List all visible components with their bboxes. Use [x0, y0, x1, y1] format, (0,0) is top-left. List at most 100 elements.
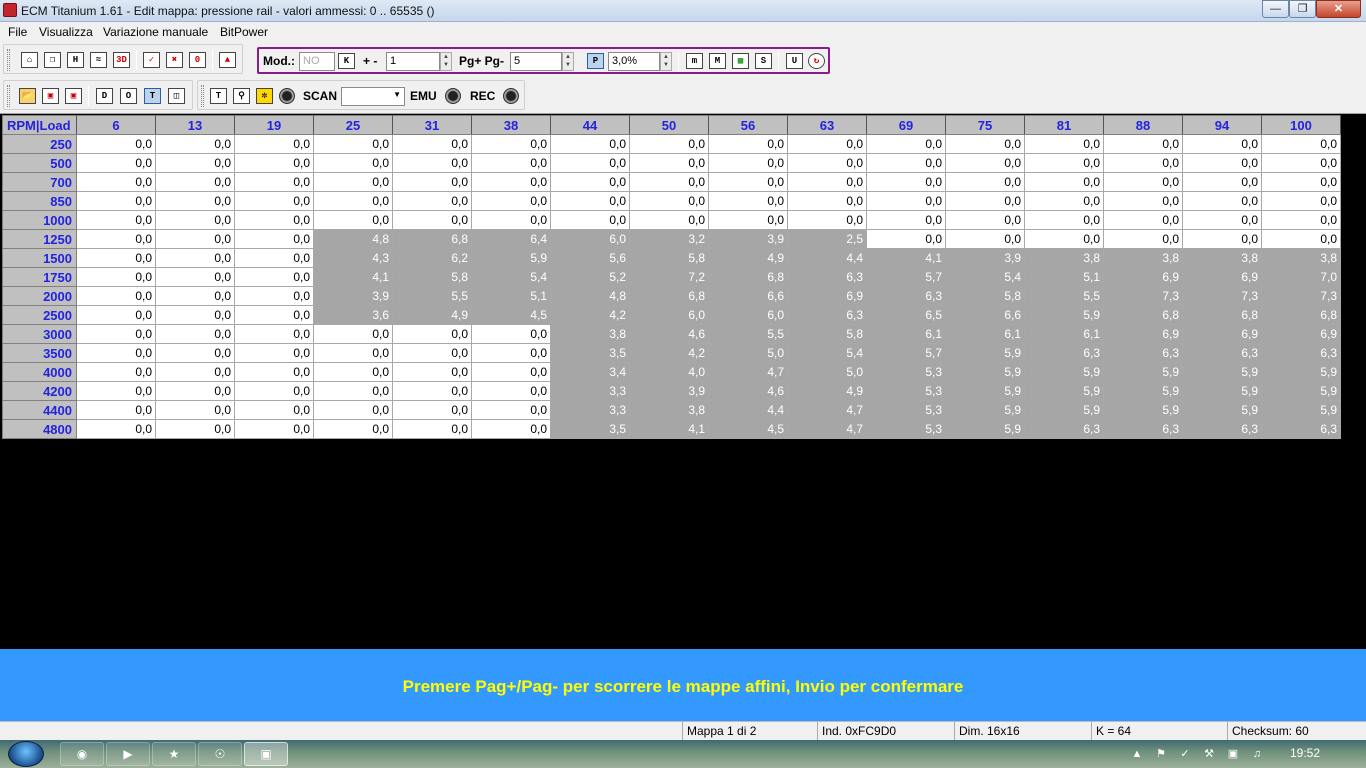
map-cell[interactable]: 0,0 — [155, 153, 235, 173]
map-cell[interactable]: 0,0 — [1261, 172, 1341, 192]
percent-field[interactable]: 3,0% — [608, 52, 660, 71]
map-cell[interactable]: 0,0 — [945, 210, 1025, 230]
column-header[interactable]: 63 — [787, 115, 867, 135]
map-cell[interactable]: 6,5 — [866, 305, 946, 325]
map-cell[interactable]: 0,0 — [392, 172, 472, 192]
windows-icon[interactable]: ❐ — [44, 52, 61, 68]
map-cell[interactable]: 6,1 — [945, 324, 1025, 344]
column-header[interactable]: 31 — [392, 115, 472, 135]
map-cell[interactable]: 0,0 — [945, 191, 1025, 211]
map-cell[interactable]: 0,0 — [234, 419, 314, 439]
map-cell[interactable]: 0,0 — [392, 400, 472, 420]
map-cell[interactable]: 0,0 — [708, 153, 788, 173]
map-cell[interactable]: 2,5 — [787, 229, 867, 249]
ecm-titanium-taskbar-icon[interactable]: ▣ — [244, 742, 288, 766]
row-header[interactable]: 3500 — [2, 343, 77, 363]
map-cell[interactable]: 5,8 — [392, 267, 472, 287]
map-cell[interactable]: 6,6 — [708, 286, 788, 306]
map-cell[interactable]: 0,0 — [471, 400, 551, 420]
map-cell[interactable]: 5,5 — [1024, 286, 1104, 306]
map-cell[interactable]: 3,3 — [550, 400, 630, 420]
menu-visualizza[interactable]: Visualizza — [39, 25, 93, 39]
map-cell[interactable]: 5,9 — [945, 362, 1025, 382]
map-cell[interactable]: 0,0 — [313, 343, 393, 363]
menu-file[interactable]: File — [8, 25, 27, 39]
map-cell[interactable]: 5,6 — [550, 248, 630, 268]
3d-view-icon[interactable]: 3D — [113, 52, 130, 68]
map-cell[interactable]: 0,0 — [155, 305, 235, 325]
map-cell[interactable]: 0,0 — [471, 343, 551, 363]
map-cell[interactable]: 0,0 — [76, 343, 156, 363]
map-cell[interactable]: 6,3 — [1261, 343, 1341, 363]
map-cell[interactable]: 0,0 — [155, 210, 235, 230]
row-header[interactable]: 1250 — [2, 229, 77, 249]
row-header[interactable]: 1500 — [2, 248, 77, 268]
map-cell[interactable]: 0,0 — [234, 191, 314, 211]
flag-tray-icon[interactable]: ⚑ — [1154, 747, 1168, 761]
network-tray-icon[interactable]: ▲ — [1130, 747, 1144, 761]
map-cell[interactable]: 6,3 — [1024, 419, 1104, 439]
map-cell[interactable]: 0,0 — [76, 229, 156, 249]
column-header[interactable]: 13 — [155, 115, 235, 135]
map-cell[interactable]: 0,0 — [155, 343, 235, 363]
record-dot-icon[interactable] — [280, 89, 294, 103]
map-cell[interactable]: 0,0 — [1261, 134, 1341, 154]
map-cell[interactable]: 4,9 — [708, 248, 788, 268]
map-cell[interactable]: 4,5 — [708, 419, 788, 439]
map-cell[interactable]: 6,3 — [787, 267, 867, 287]
map-cell[interactable]: 5,9 — [1182, 381, 1262, 401]
map-cell[interactable]: 0,0 — [1024, 210, 1104, 230]
map-cell[interactable]: 5,9 — [471, 248, 551, 268]
column-header[interactable]: 94 — [1182, 115, 1262, 135]
row-header[interactable]: 2500 — [2, 305, 77, 325]
map-cell[interactable]: 0,0 — [550, 153, 630, 173]
map-cell[interactable]: 5,3 — [866, 362, 946, 382]
column-header[interactable]: 19 — [234, 115, 314, 135]
browser-taskbar-icon[interactable]: ☉ — [198, 742, 242, 766]
map-cell[interactable]: 3,4 — [550, 362, 630, 382]
map-cell[interactable]: 3,5 — [550, 343, 630, 363]
app-icon[interactable] — [3, 3, 17, 17]
map-cell[interactable]: 0,0 — [76, 362, 156, 382]
save-as-icon[interactable]: ▣ — [65, 88, 82, 104]
map-cell[interactable]: 0,0 — [76, 248, 156, 268]
map-cell[interactable]: 5,9 — [1103, 400, 1183, 420]
map-cell[interactable]: 0,0 — [787, 153, 867, 173]
map-cell[interactable]: 6,3 — [1103, 343, 1183, 363]
map-cell[interactable]: 6,3 — [866, 286, 946, 306]
map-cell[interactable]: 3,9 — [945, 248, 1025, 268]
s-icon[interactable]: S — [755, 53, 772, 69]
map-cell[interactable]: 0,0 — [234, 229, 314, 249]
map-cell[interactable]: 5,3 — [866, 381, 946, 401]
map-cell[interactable]: 0,0 — [392, 134, 472, 154]
map-cell[interactable]: 0,0 — [76, 419, 156, 439]
home-icon[interactable]: ⌂ — [21, 52, 38, 68]
map-cell[interactable]: 4,4 — [787, 248, 867, 268]
map-cell[interactable]: 5,3 — [866, 400, 946, 420]
map-cell[interactable]: 0,0 — [234, 210, 314, 230]
map-cell[interactable]: 0,0 — [313, 419, 393, 439]
map-cell[interactable]: 0,0 — [392, 324, 472, 344]
k-button[interactable]: K — [338, 53, 355, 69]
map-cell[interactable]: 0,0 — [708, 210, 788, 230]
map-cell[interactable]: 0,0 — [392, 419, 472, 439]
map-cell[interactable]: 0,0 — [392, 343, 472, 363]
map-cell[interactable]: 0,0 — [76, 134, 156, 154]
map-cell[interactable]: 6,8 — [1182, 305, 1262, 325]
color-map-icon[interactable]: ▲ — [219, 52, 236, 68]
m-large-icon[interactable]: M — [709, 53, 726, 69]
column-header[interactable]: 6 — [76, 115, 156, 135]
map-cell[interactable]: 0,0 — [313, 362, 393, 382]
map-cell[interactable]: 3,8 — [1182, 248, 1262, 268]
map-cell[interactable]: 5,9 — [1103, 362, 1183, 382]
save-icon[interactable]: ▣ — [42, 88, 59, 104]
map-cell[interactable]: 0,0 — [76, 324, 156, 344]
row-header[interactable]: 4000 — [2, 362, 77, 382]
map-cell[interactable]: 0,0 — [471, 134, 551, 154]
map-cell[interactable]: 0,0 — [1024, 172, 1104, 192]
map-cell[interactable]: 0,0 — [629, 153, 709, 173]
map-cell[interactable]: 0,0 — [787, 172, 867, 192]
map-cell[interactable]: 0,0 — [313, 324, 393, 344]
map-cell[interactable]: 0,0 — [1182, 210, 1262, 230]
map-cell[interactable]: 0,0 — [945, 172, 1025, 192]
